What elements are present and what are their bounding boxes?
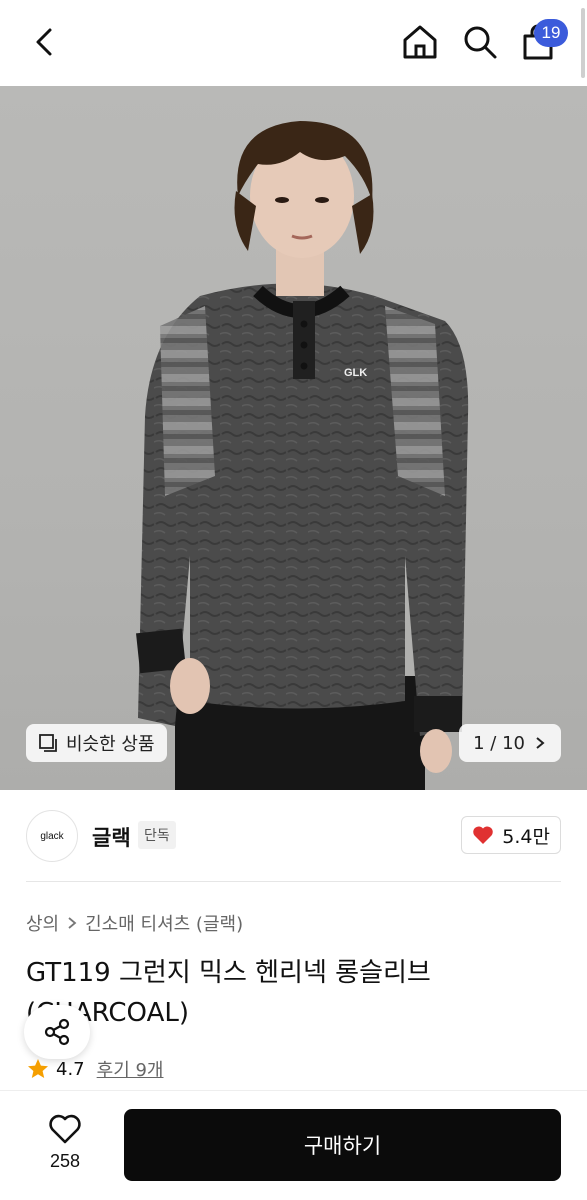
cart-count-badge: 19 xyxy=(534,19,568,47)
chevron-right-icon xyxy=(68,917,77,929)
top-navigation-bar: 19 xyxy=(0,0,587,86)
wishlist-count: 258 xyxy=(49,1151,81,1171)
share-button[interactable] xyxy=(24,1005,90,1059)
similar-products-button[interactable]: 비슷한 상품 xyxy=(26,724,167,762)
similar-products-label: 비슷한 상품 xyxy=(66,734,155,755)
product-photo: GLK xyxy=(136,121,469,790)
section-divider xyxy=(26,881,561,882)
shirt-logo-print: GLK xyxy=(344,367,367,379)
rating-row: 4.7 후기 9개 xyxy=(26,1056,164,1082)
seller-row: glack 글랙 단독 5.4만 xyxy=(0,790,587,880)
brand-logo[interactable]: glack xyxy=(26,810,78,862)
similar-items-icon xyxy=(39,734,57,752)
brand-like-count: 5.4만 xyxy=(502,825,550,848)
home-icon[interactable] xyxy=(400,22,440,62)
rating-value: 4.7 xyxy=(56,1058,85,1080)
search-icon[interactable] xyxy=(460,22,500,62)
brand-logo-text: glack xyxy=(40,830,64,842)
scrollbar[interactable] xyxy=(581,8,585,78)
star-icon xyxy=(28,1059,48,1078)
bottom-action-bar: 258 구매하기 xyxy=(0,1090,587,1200)
heart-outline-icon xyxy=(49,1114,81,1144)
brand-name[interactable]: 글랙 xyxy=(92,822,131,852)
image-pager[interactable]: 1 / 10 xyxy=(459,724,561,762)
product-title: GT119 그런지 믹스 헨리넥 롱슬리브 (CHARCOAL) xyxy=(26,958,431,1028)
chevron-right-icon xyxy=(536,737,545,749)
buy-button[interactable]: 구매하기 xyxy=(124,1109,561,1181)
breadcrumb-subcategory[interactable]: 긴소매 티셔츠 (글랙) xyxy=(85,910,243,936)
exclusive-badge: 단독 xyxy=(138,821,176,849)
heart-filled-icon xyxy=(473,826,494,844)
wishlist-button[interactable]: 258 xyxy=(34,1113,96,1172)
image-page-indicator: 1 / 10 xyxy=(473,732,525,754)
review-count-link[interactable]: 후기 9개 xyxy=(97,1056,164,1082)
brand-like-button[interactable]: 5.4만 xyxy=(461,816,561,854)
breadcrumb-category[interactable]: 상의 xyxy=(26,910,59,936)
breadcrumb: 상의 긴소매 티셔츠 (글랙) xyxy=(26,910,243,936)
share-icon xyxy=(44,1018,70,1046)
product-image-gallery[interactable]: GLK xyxy=(0,86,587,790)
back-icon[interactable] xyxy=(28,24,64,60)
